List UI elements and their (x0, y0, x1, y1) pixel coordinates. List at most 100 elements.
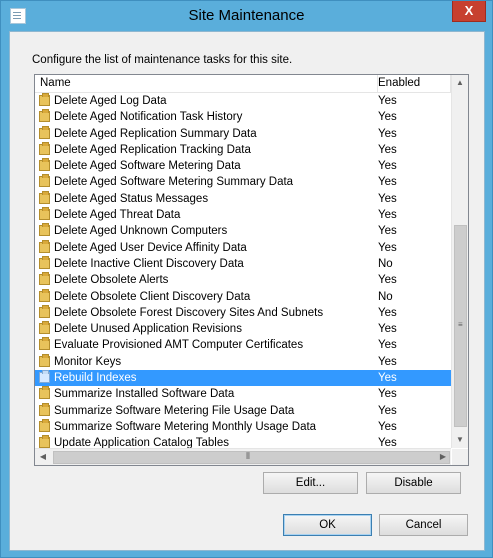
task-icon (39, 288, 50, 302)
task-name: Delete Aged Threat Data (54, 209, 181, 222)
list-item[interactable]: Evaluate Provisioned AMT Computer Certif… (35, 337, 451, 353)
list-item[interactable]: Delete Aged User Device Affinity Data Yes (35, 239, 451, 256)
task-enabled: Yes (378, 127, 397, 140)
task-icon (39, 109, 50, 123)
task-name-cell: Delete Aged Software Metering Summary Da… (39, 174, 293, 190)
column-header-name[interactable]: Name (35, 75, 378, 92)
task-name-cell: Delete Inactive Client Discovery Data (39, 255, 244, 272)
task-name-cell: Delete Obsolete Alerts (39, 272, 168, 288)
ok-button[interactable]: OK (283, 514, 372, 536)
task-name: Delete Aged Notification Task History (54, 111, 243, 124)
task-name-cell: Delete Aged Notification Task History (39, 109, 242, 125)
task-enabled: Yes (378, 372, 397, 385)
task-name: Evaluate Provisioned AMT Computer Certif… (54, 339, 304, 352)
task-name: Delete Aged Log Data (54, 95, 167, 107)
edit-button[interactable]: Edit... (263, 472, 358, 494)
task-enabled: Yes (378, 225, 397, 238)
list-item[interactable]: Delete Unused Application Revisions Yes (35, 321, 451, 337)
dialog-body: Configure the list of maintenance tasks … (9, 31, 485, 551)
task-name: Delete Aged Replication Tracking Data (54, 143, 251, 156)
task-icon (39, 174, 50, 188)
horizontal-scrollbar[interactable]: ◀ ⦀ ▶ (35, 448, 451, 465)
task-name-cell: Delete Obsolete Client Discovery Data (39, 288, 250, 305)
close-button[interactable]: X (452, 1, 486, 22)
maintenance-task-list[interactable]: Name Enabled Delete Aged Log Data Yes Dele… (34, 74, 469, 466)
scroll-up-arrow-icon[interactable]: ▲ (452, 75, 468, 91)
task-icon (39, 223, 50, 237)
task-icon (39, 255, 50, 269)
title-bar[interactable]: Site Maintenance X (1, 1, 492, 31)
task-name-cell: Delete Unused Application Revisions (39, 321, 242, 337)
task-enabled: Yes (378, 274, 397, 287)
task-enabled: Yes (378, 143, 397, 156)
scroll-right-arrow-icon[interactable]: ▶ (435, 449, 451, 465)
list-item[interactable]: Delete Aged Status Messages Yes (35, 190, 451, 207)
list-item[interactable]: Delete Aged Log Data Yes (35, 93, 451, 109)
task-icon (39, 93, 50, 106)
scroll-left-arrow-icon[interactable]: ◀ (35, 449, 51, 465)
list-item[interactable]: Delete Aged Software Metering Data Yes (35, 158, 451, 174)
task-name-cell: Summarize Software Metering File Usage D… (39, 402, 294, 419)
task-icon (39, 353, 50, 367)
cancel-button[interactable]: Cancel (379, 514, 468, 536)
list-item[interactable]: Delete Obsolete Alerts Yes (35, 272, 451, 288)
task-name-cell: Delete Aged Replication Tracking Data (39, 141, 251, 158)
task-name-cell: Rebuild Indexes (39, 370, 136, 386)
task-icon (39, 125, 50, 139)
list-item[interactable]: Summarize Software Metering File Usage D… (35, 402, 451, 419)
task-name: Delete Aged Status Messages (54, 192, 209, 205)
list-item[interactable]: Delete Aged Replication Summary Data Yes (35, 125, 451, 142)
task-icon (39, 158, 50, 172)
task-name-cell: Delete Aged Status Messages (39, 190, 209, 207)
list-item[interactable]: Summarize Installed Software Data Yes (35, 386, 451, 402)
task-icon (39, 321, 50, 335)
scrollbar-corner (452, 449, 468, 465)
column-header-enabled[interactable]: Enabled (378, 75, 451, 92)
task-name: Delete Aged Replication Summary Data (54, 127, 257, 140)
scroll-down-arrow-icon[interactable]: ▼ (452, 432, 468, 448)
task-enabled: Yes (378, 404, 397, 417)
task-name: Delete Aged Software Metering Summary Da… (54, 176, 294, 189)
list-item[interactable]: Delete Inactive Client Discovery Data No (35, 255, 451, 272)
task-name-cell: Delete Aged Replication Summary Data (39, 125, 257, 142)
list-item[interactable]: Delete Aged Notification Task History Yes (35, 109, 451, 125)
list-item[interactable]: Delete Obsolete Forest Discovery Sites A… (35, 304, 451, 321)
list-item[interactable]: Summarize Software Metering Monthly Usag… (35, 418, 451, 435)
task-name: Summarize Software Metering Monthly Usag… (54, 420, 317, 433)
task-enabled: Yes (378, 355, 397, 368)
task-name-cell: Delete Aged Threat Data (39, 207, 180, 223)
task-icon (39, 304, 50, 318)
task-name: Delete Inactive Client Discovery Data (54, 257, 244, 270)
horizontal-scroll-thumb[interactable]: ⦀ (53, 451, 450, 464)
task-enabled: No (378, 290, 393, 303)
list-item[interactable]: Delete Aged Replication Tracking Data Yes (35, 141, 451, 158)
list-header: Name Enabled (35, 75, 451, 93)
task-name-cell: Evaluate Provisioned AMT Computer Certif… (39, 337, 303, 353)
list-item[interactable]: Delete Obsolete Client Discovery Data No (35, 288, 451, 305)
list-item[interactable]: Monitor Keys Yes (35, 353, 451, 370)
site-maintenance-window: Site Maintenance X Configure the list of… (0, 0, 493, 558)
task-icon (39, 386, 50, 400)
list-rows: Delete Aged Log Data Yes Delete Aged Notif… (35, 93, 451, 452)
task-enabled: Yes (378, 388, 397, 401)
list-item[interactable]: Rebuild Indexes Yes (35, 370, 451, 387)
vertical-scroll-thumb[interactable]: ≡ (454, 225, 467, 427)
list-item[interactable]: Delete Aged Unknown Computers Yes (35, 223, 451, 239)
task-name: Delete Aged User Device Affinity Data (54, 241, 247, 254)
disable-button[interactable]: Disable (366, 472, 461, 494)
grip-icon: ⦀ (246, 451, 250, 461)
task-name-cell: Summarize Software Metering Monthly Usag… (39, 418, 317, 435)
task-enabled: Yes (378, 111, 397, 124)
window-title: Site Maintenance (188, 7, 305, 24)
task-name: Delete Aged Software Metering Data (54, 160, 241, 173)
task-name-cell: Delete Aged Software Metering Data (39, 158, 241, 174)
task-enabled: Yes (378, 209, 397, 222)
task-name: Rebuild Indexes (54, 372, 137, 385)
list-item[interactable]: Delete Aged Threat Data Yes (35, 207, 451, 223)
task-enabled: No (378, 257, 393, 270)
task-name-cell: Monitor Keys (39, 353, 122, 370)
vertical-scrollbar[interactable]: ▲ ≡ ▼ (451, 75, 468, 448)
list-item[interactable]: Delete Aged Software Metering Summary Da… (35, 174, 451, 190)
task-name: Monitor Keys (54, 355, 122, 368)
task-name-cell: Delete Aged User Device Affinity Data (39, 239, 247, 256)
